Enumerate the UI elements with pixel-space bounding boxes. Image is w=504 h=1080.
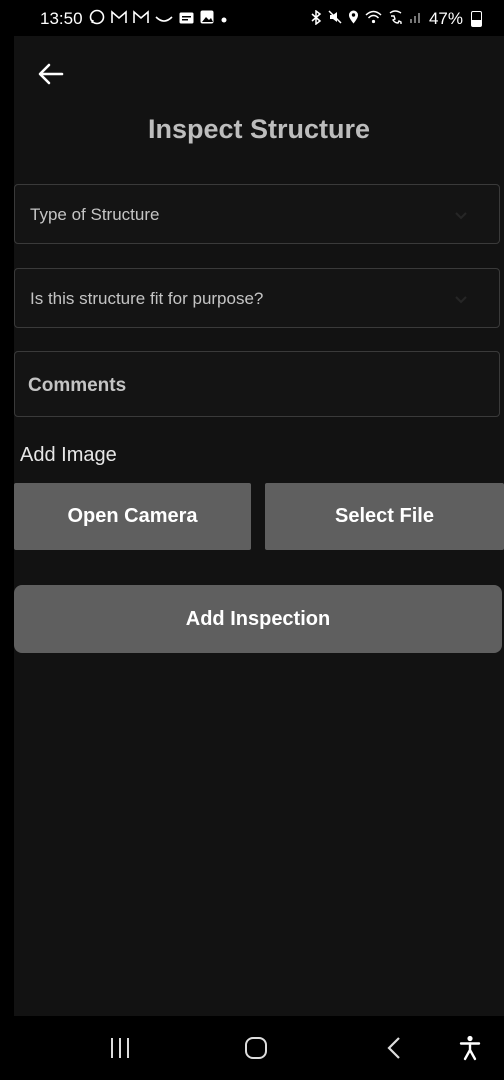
open-camera-button[interactable]: Open Camera [14,483,251,550]
status-time: 13:50 [40,9,83,28]
structure-type-placeholder: Type of Structure [30,205,160,224]
wifi-calling-icon [388,10,403,28]
back-arrow-icon [38,63,64,85]
whatsapp-icon [89,9,105,29]
recent-apps-icon [111,1038,129,1058]
back-icon [387,1037,400,1059]
wifi-icon [365,10,382,28]
gallery-icon [200,10,214,28]
status-left: 13:50 [40,9,228,29]
battery-percent: 47% [428,9,463,28]
mute-icon [328,10,342,28]
recent-apps-button[interactable] [90,1016,150,1080]
app-screen: 13:50 47% Inspect Structure Type of Stru… [14,0,504,1080]
system-nav-bar [14,1016,504,1080]
back-button[interactable] [34,58,68,90]
bluetooth-icon [310,9,322,29]
gmail-icon [132,10,149,28]
chevron-down-icon [455,212,467,220]
comments-field[interactable]: Comments [14,351,500,417]
page-title: Inspect Structure [147,114,371,144]
add-image-label: Add Image [20,444,117,466]
home-button[interactable] [226,1016,286,1080]
status-bar: 13:50 47% [14,0,504,36]
comments-placeholder: Comments [28,375,127,396]
battery-icon [471,11,482,27]
signal-icon [409,10,423,28]
fit-for-purpose-select[interactable]: Is this structure fit for purpose? [14,268,500,328]
accessibility-button[interactable] [440,1016,500,1080]
gmail-icon [110,10,127,28]
location-icon [348,10,359,28]
nav-back-button[interactable] [364,1016,424,1080]
voicemail-icon [154,10,173,28]
chevron-down-icon [455,296,467,304]
home-icon [245,1037,267,1059]
select-file-button[interactable]: Select File [265,483,504,550]
fit-for-purpose-placeholder: Is this structure fit for purpose? [30,289,264,308]
accessibility-icon [459,1035,481,1061]
structure-type-select[interactable]: Type of Structure [14,184,500,244]
card-icon [179,10,194,28]
add-inspection-button[interactable]: Add Inspection [14,585,502,653]
dot-icon [220,10,228,28]
status-right: 47% [310,9,482,29]
